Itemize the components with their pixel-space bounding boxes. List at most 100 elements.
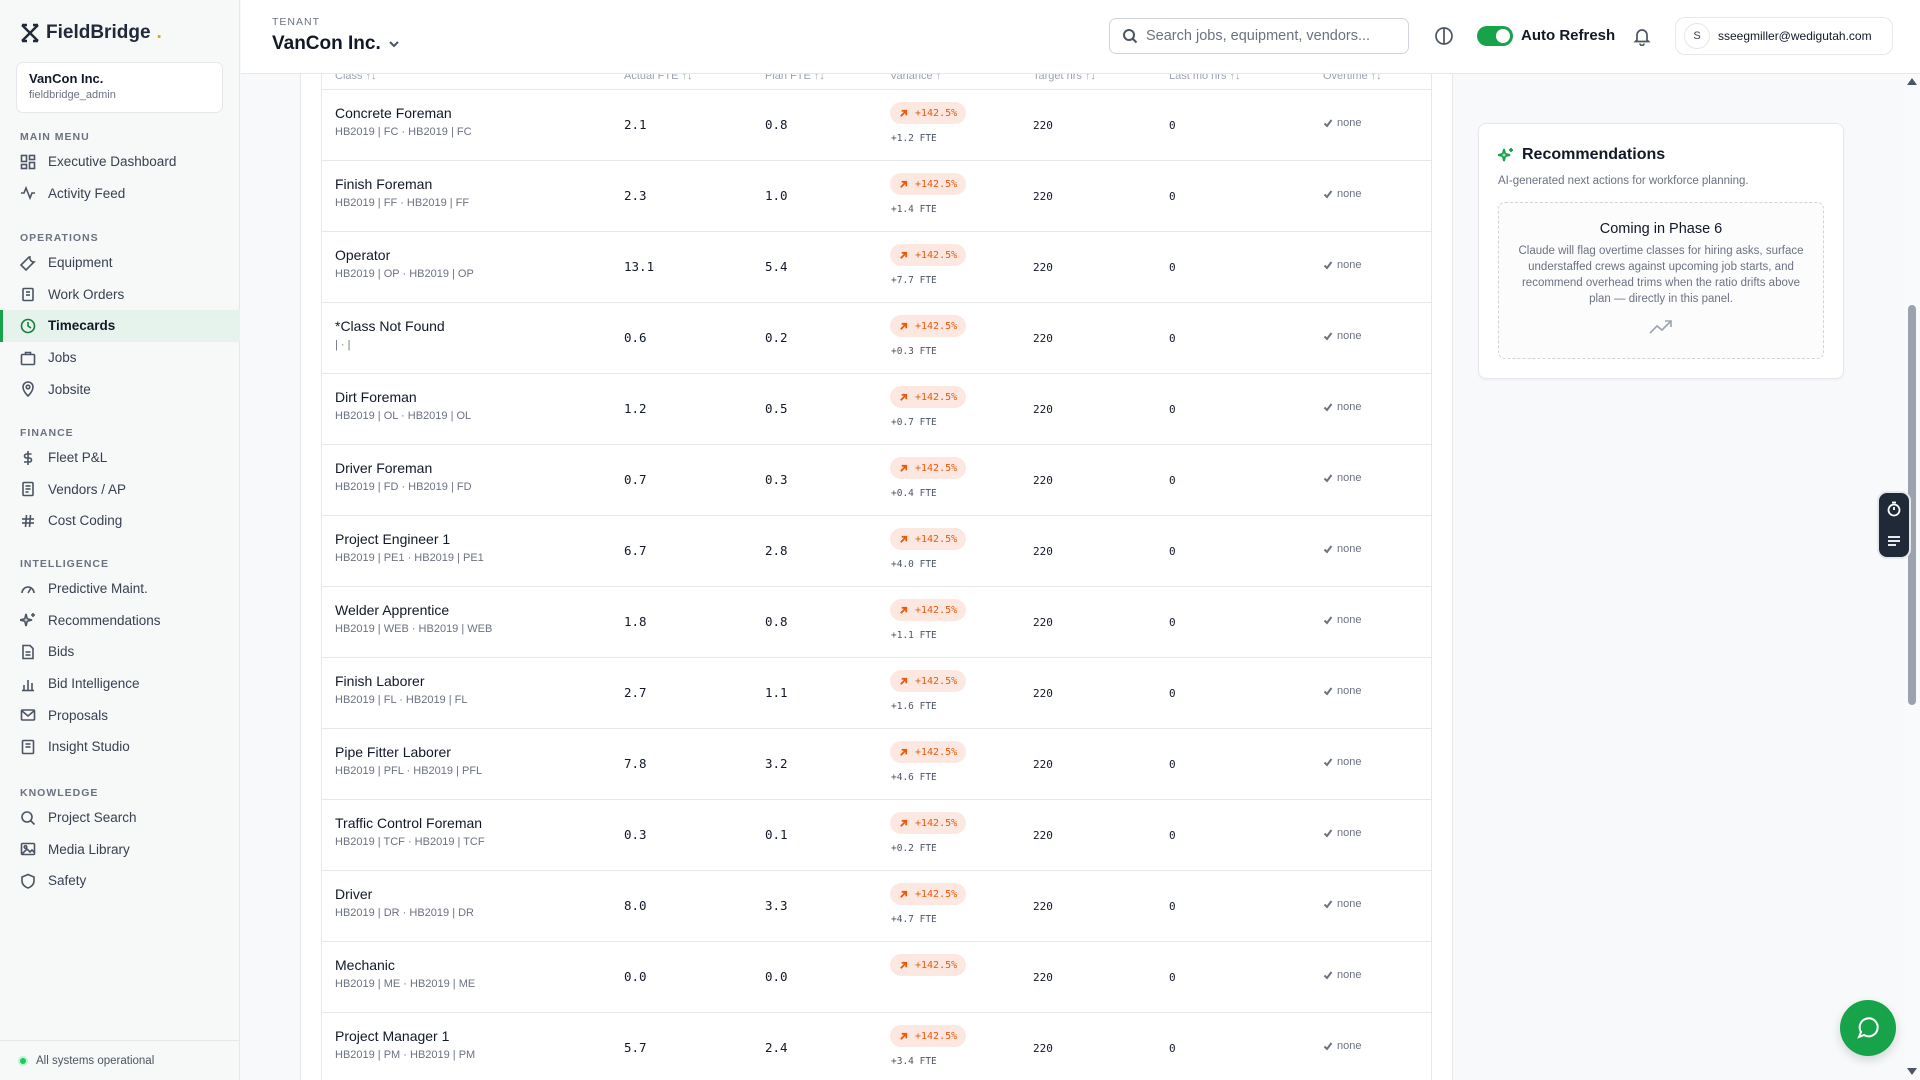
overtime-value: none [1337, 756, 1362, 768]
col-header-plan-fte[interactable]: Plan FTE ↑↓ [765, 74, 825, 82]
actual-fte: 13.1 [624, 259, 655, 274]
overtime-status: none [1323, 898, 1361, 910]
tenant-label: TENANT [272, 16, 320, 28]
last-month-hrs: 0 [1169, 900, 1176, 913]
variance-badge: +142.5% [890, 670, 967, 692]
search-input[interactable]: Search jobs, equipment, vendors... [1109, 18, 1409, 54]
target-hrs: 220 [1033, 829, 1053, 842]
arrow-up-right-icon [900, 464, 908, 472]
col-header-variance[interactable]: Variance ↑ [890, 74, 941, 82]
class-name: Pipe Fitter Laborer [335, 744, 451, 760]
table-row[interactable]: Dirt Foreman HB2019 | OL · HB2019 | OL 1.2… [322, 374, 1431, 445]
trending-up-icon [1649, 320, 1672, 334]
nav-section-intelligence: INTELLIGENCE Predictive Maint. Recommend… [0, 555, 240, 763]
sidebar-item-equipment[interactable]: Equipment [0, 247, 240, 279]
overtime-status: none [1323, 614, 1361, 626]
sidebar-item-label: Bid Intelligence [48, 676, 140, 692]
sidebar-item-label: Work Orders [48, 286, 125, 302]
sidebar-item-executive-dashboard[interactable]: Executive Dashboard [0, 146, 240, 178]
overtime-status: none [1323, 685, 1361, 697]
overtime-status: none [1323, 1040, 1361, 1052]
coming-soon-box: Coming in Phase 6 Claude will flag overt… [1498, 202, 1824, 359]
mail-icon [20, 709, 36, 721]
table-row[interactable]: Traffic Control Foreman HB2019 | TCF · HB… [322, 800, 1431, 871]
brand-logo[interactable]: FieldBridge. [20, 22, 162, 44]
chat-button[interactable] [1840, 1000, 1896, 1056]
col-header-actual-fte[interactable]: Actual FTE ↑↓ [624, 74, 692, 82]
check-icon [1323, 900, 1333, 909]
sidebar-item-predictive-maint[interactable]: Predictive Maint. [0, 573, 240, 605]
table-row[interactable]: Welder Apprentice HB2019 | WEB · HB2019 |… [322, 587, 1431, 658]
check-icon [1323, 829, 1333, 838]
variance-badge: +142.5% [890, 883, 967, 905]
sidebar-item-label: Equipment [48, 255, 113, 271]
scroll-down-arrow[interactable] [1907, 1068, 1917, 1075]
sidebar-item-jobsite[interactable]: Jobsite [0, 373, 240, 405]
auto-refresh-toggle[interactable] [1477, 26, 1513, 46]
col-header-last-mo-hrs[interactable]: Last mo hrs ↑↓ [1169, 74, 1241, 82]
col-header-target-hrs[interactable]: Target hrs ↑↓ [1033, 74, 1096, 82]
table-row[interactable]: Driver Foreman HB2019 | FD · HB2019 | FD 0… [322, 445, 1431, 516]
plan-fte: 0.2 [765, 330, 788, 345]
plan-fte: 5.4 [765, 259, 788, 274]
timer-icon[interactable] [1886, 501, 1902, 517]
table-row[interactable]: Driver HB2019 | DR · HB2019 | DR 8.0 3.3 +14… [322, 871, 1431, 942]
sidebar-item-jobs[interactable]: Jobs [0, 342, 240, 374]
class-codes: | · | [335, 339, 351, 351]
table-row[interactable]: Project Engineer 1 HB2019 | PE1 · HB2019 … [322, 516, 1431, 587]
notifications-button[interactable] [1632, 26, 1652, 47]
table-row[interactable]: Project Manager 1 HB2019 | PM · HB2019 | … [322, 1013, 1431, 1080]
image-icon [20, 843, 36, 856]
actual-fte: 5.7 [624, 1040, 647, 1055]
sidebar-item-bids[interactable]: Bids [0, 636, 240, 668]
actual-fte: 1.2 [624, 401, 647, 416]
nav-heading: OPERATIONS [20, 232, 99, 244]
sidebar-item-vendors-ap[interactable]: Vendors / AP [0, 474, 240, 506]
arrow-up-right-icon [900, 748, 908, 756]
sidebar-item-project-search[interactable]: Project Search [0, 802, 240, 834]
sidebar-item-recommendations[interactable]: Recommendations [0, 605, 240, 637]
table-row[interactable]: Mechanic HB2019 | ME · HB2019 | ME 0.0 0.0 +… [322, 942, 1431, 1013]
sidebar-item-cost-coding[interactable]: Cost Coding [0, 505, 240, 537]
variance-fte: +4.7 FTE [891, 914, 937, 925]
table-row[interactable]: Concrete Foreman HB2019 | FC · HB2019 | F… [322, 90, 1431, 161]
table-row[interactable]: *Class Not Found | · | 0.6 0.2 +142.5% +0.3 F… [322, 303, 1431, 374]
plan-fte: 1.1 [765, 685, 788, 700]
tenant-switcher[interactable]: VanCon Inc. [272, 33, 401, 55]
arrow-up-right-icon [900, 677, 908, 685]
class-name: Traffic Control Foreman [335, 815, 483, 831]
col-header-overtime[interactable]: Overtime ↑↓ [1323, 74, 1382, 82]
scroll-up-arrow[interactable] [1907, 78, 1917, 85]
table-row[interactable]: Finish Laborer HB2019 | FL · HB2019 | FL 2… [322, 658, 1431, 729]
check-icon [1323, 616, 1333, 625]
table-row[interactable]: Operator HB2019 | OP · HB2019 | OP 13.1 5.4… [322, 232, 1431, 303]
recommendations-panel: Recommendations AI-generated next action… [1478, 123, 1844, 379]
nav-section-operations: OPERATIONS Equipment Work Orders Timecar… [0, 229, 240, 405]
sidebar-item-insight-studio[interactable]: Insight Studio [0, 731, 240, 763]
check-icon [1323, 687, 1333, 696]
variance-value: +142.5% [915, 675, 958, 687]
variance-value: +142.5% [915, 178, 958, 190]
col-header-class[interactable]: Class ↑↓ [335, 74, 377, 82]
sidebar-item-activity-feed[interactable]: Activity Feed [0, 178, 240, 210]
sidebar-item-fleet-pl[interactable]: Fleet P&L [0, 442, 240, 474]
sidebar-item-proposals[interactable]: Proposals [0, 699, 240, 731]
theme-toggle-button[interactable] [1434, 26, 1454, 46]
sidebar-item-bid-intelligence[interactable]: Bid Intelligence [0, 668, 240, 700]
list-icon[interactable] [1886, 533, 1902, 549]
table-row[interactable]: Finish Foreman HB2019 | FF · HB2019 | FF 2… [322, 161, 1431, 232]
tenant-card[interactable]: VanCon Inc. fieldbridge_admin [16, 62, 223, 113]
variance-fte: +3.4 FTE [891, 1056, 937, 1067]
sidebar: FieldBridge. VanCon Inc. fieldbridge_adm… [0, 0, 240, 1080]
sidebar-item-timecards[interactable]: Timecards [0, 310, 240, 342]
overtime-status: none [1323, 543, 1361, 555]
last-month-hrs: 0 [1169, 474, 1176, 487]
sidebar-item-work-orders[interactable]: Work Orders [0, 279, 240, 311]
sidebar-item-label: Proposals [48, 707, 109, 723]
hash-icon [22, 514, 34, 528]
table-row[interactable]: Pipe Fitter Laborer HB2019 | PFL · HB2019… [322, 729, 1431, 800]
arrow-up-right-icon [900, 109, 908, 117]
sidebar-item-safety[interactable]: Safety [0, 865, 240, 897]
sidebar-item-media-library[interactable]: Media Library [0, 834, 240, 866]
user-menu[interactable]: S sseegmiller@wedigutah.com [1675, 17, 1893, 55]
